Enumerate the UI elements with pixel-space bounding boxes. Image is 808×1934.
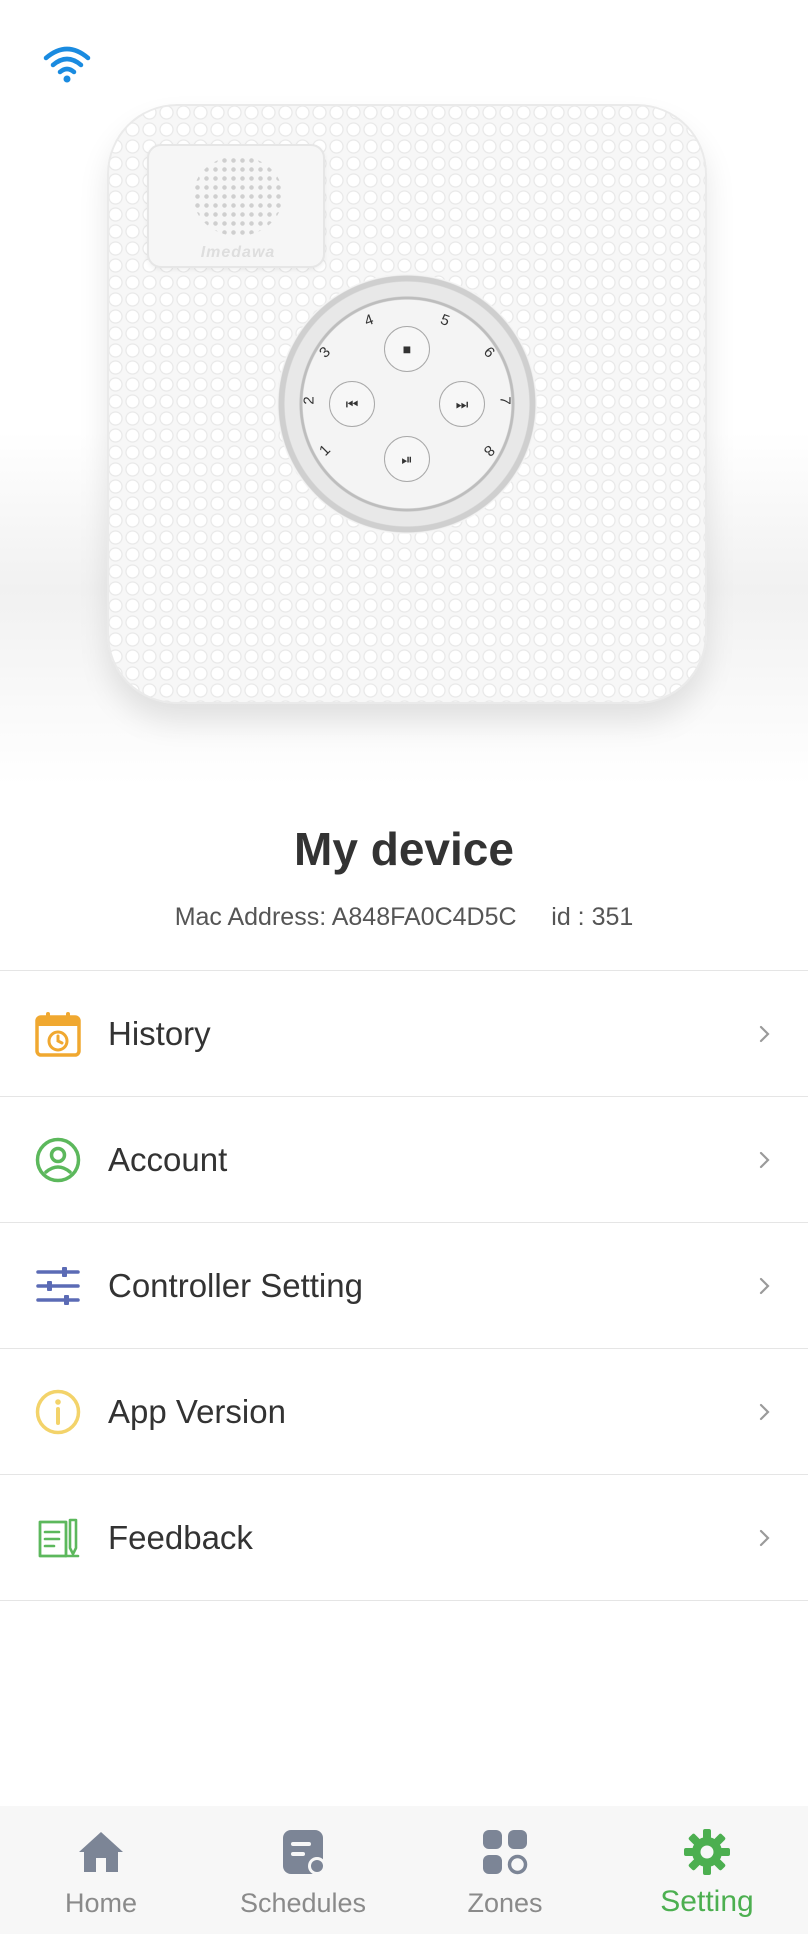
zone-number-8: 8	[480, 441, 498, 460]
zone-number-2: 2	[300, 396, 318, 405]
next-icon: ⏭	[439, 381, 485, 427]
tab-label: Home	[64, 1888, 138, 1918]
previous-icon: ⏮	[329, 381, 375, 427]
play-pause-icon: ⏯	[384, 436, 430, 482]
zone-number-4: 4	[362, 311, 376, 330]
info-icon	[35, 1389, 81, 1435]
chevron-right-icon	[759, 1025, 770, 1043]
tab-zones[interactable]: Zones	[404, 1806, 606, 1934]
chevron-right-icon	[759, 1403, 770, 1421]
mac-address: Mac Address: A848FA0C4D5C	[174, 903, 517, 931]
chevron-right-icon	[759, 1151, 770, 1169]
device-hero: Imedawa 1 2 3 4 5 6 7 8 ■ ⏮ ⏭ ⏯	[0, 0, 808, 785]
menu-item-label: Account	[108, 1141, 228, 1178]
stop-icon: ■	[384, 326, 430, 372]
wifi-icon	[43, 46, 91, 83]
zone-number-7: 7	[496, 396, 514, 405]
menu-item-history[interactable]: History	[0, 971, 808, 1097]
tab-home[interactable]: Home	[0, 1806, 202, 1934]
tab-label: Schedules	[239, 1888, 367, 1918]
menu-item-controller-setting[interactable]: Controller Setting	[0, 1223, 808, 1349]
zone-number-5: 5	[438, 311, 452, 330]
bottom-tab-bar: Home Schedules Zones Setting	[0, 1806, 808, 1934]
zone-number-6: 6	[480, 343, 498, 362]
tab-label: Zones	[467, 1888, 543, 1918]
device-image: Imedawa 1 2 3 4 5 6 7 8 ■ ⏮ ⏭ ⏯	[107, 104, 707, 704]
device-control-ring: 1 2 3 4 5 6 7 8 ■ ⏮ ⏭ ⏯	[277, 274, 537, 534]
menu-item-app-version[interactable]: App Version	[0, 1349, 808, 1475]
home-icon	[79, 1832, 123, 1872]
device-identifiers: Mac Address: A848FA0C4D5C id : 351	[0, 903, 808, 932]
schedules-icon	[283, 1830, 326, 1875]
speaker-grille	[193, 156, 283, 236]
device-id: id : 351	[551, 903, 634, 931]
menu-item-label: Feedback	[108, 1519, 253, 1556]
tab-label: Setting	[660, 1885, 754, 1918]
chevron-right-icon	[759, 1277, 770, 1295]
zone-number-1: 1	[316, 441, 334, 460]
zones-icon	[483, 1830, 528, 1875]
menu-item-label: History	[108, 1015, 211, 1052]
menu-item-label: App Version	[108, 1393, 286, 1430]
tab-schedules[interactable]: Schedules	[202, 1806, 404, 1934]
device-name: My device	[294, 823, 514, 875]
chevron-right-icon	[759, 1529, 770, 1547]
menu-item-feedback[interactable]: Feedback	[0, 1475, 808, 1601]
gear-icon	[684, 1829, 730, 1875]
feedback-icon	[38, 1518, 80, 1558]
menu-item-account[interactable]: Account	[0, 1097, 808, 1223]
device-brand-logo: Imedawa	[200, 244, 276, 261]
account-icon	[35, 1137, 81, 1183]
tab-setting[interactable]: Setting	[606, 1806, 808, 1934]
zone-number-3: 3	[316, 343, 334, 362]
sliders-icon	[36, 1267, 80, 1305]
device-speaker-panel: Imedawa	[147, 144, 325, 268]
menu-item-label: Controller Setting	[108, 1267, 363, 1304]
history-calendar-icon	[35, 1012, 81, 1057]
settings-menu: History Account Controller Setting App V…	[0, 970, 808, 1601]
